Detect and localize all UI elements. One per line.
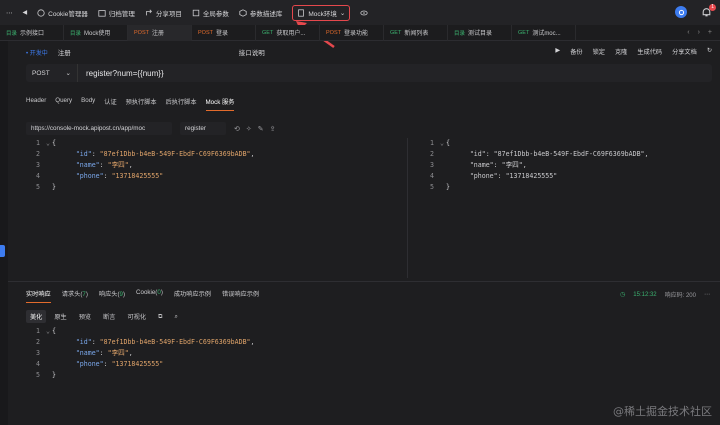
tab-news-list[interactable]: GET 新闻列表 [384,24,448,41]
left-sidebar [0,41,8,425]
notification-button[interactable]: 1 [701,3,716,18]
tab-error-example[interactable]: 错误响应示例 [222,289,259,303]
url-input[interactable]: register?num={{num}} [78,69,712,78]
tab-body[interactable]: Body [81,97,95,111]
copy-icon[interactable]: ⧉ [154,311,166,323]
refresh-button[interactable]: ↻ [707,47,712,56]
more-menu-button[interactable]: ⋯ [6,9,13,17]
tab-pre-script[interactable]: 预执行脚本 [126,97,157,111]
request-url-bar: POST ⌄ register?num={{num}} [26,64,712,82]
archive-manager-button[interactable]: 归档管理 [98,8,135,18]
share-doc-button[interactable]: 分享文档 [672,47,697,56]
view-raw-button[interactable]: 原生 [50,310,70,323]
sidebar-handle[interactable] [0,245,5,257]
tab-scroll-right-icon[interactable]: › [698,29,700,36]
edit-icon[interactable]: ✎ [258,125,264,133]
mock-code-editor[interactable]: 1 ⌄{ 2 "id": "87ef1Dbb-b4eB-549F-EbdF-C69… [26,138,255,193]
tab-mock-service[interactable]: Mock 服务 [205,97,235,111]
mock-icon [298,8,305,17]
editor-split-divider[interactable] [407,138,408,278]
view-visualize-button[interactable]: 可视化 [124,310,151,323]
tab-get-user[interactable]: GET 获取用户... [256,24,320,41]
global-params-button[interactable]: 全局参数 [192,8,229,18]
response-view-buttons: 美化 原生 预览 断言 可视化 ⧉ ⌕ [26,310,182,323]
api-status-row: • 开发中 注册 接口说明 ▶ 备份 锁定 克隆 生成代码 分享文档 ↻ [8,44,720,60]
sync-icon [678,9,684,15]
tab-test-mock[interactable]: GET 测试moc... [512,24,576,41]
tab-example-api[interactable]: 目录 示例接口 [0,24,64,41]
tab-login-function[interactable]: POST 登录功能 [320,24,384,41]
eye-toggle-button[interactable] [360,9,371,17]
clock-icon: ◷ [620,292,626,298]
tab-scroll-left-icon[interactable]: ‹ [687,29,689,36]
archive-icon [98,9,106,17]
tab-register[interactable]: POST 注册 [128,24,192,41]
response-status: 响应码: 200 [664,293,696,299]
method-select[interactable]: POST ⌄ [26,64,78,82]
tab-post-script[interactable]: 后执行脚本 [166,97,197,111]
clone-button[interactable]: 克隆 [615,47,627,56]
mock-url-row: https://console-mock.apipost.cn/app/moc … [26,122,276,135]
tab-cookie[interactable]: Cookie(0) [136,289,163,303]
mock-url-input[interactable]: https://console-mock.apipost.cn/app/moc [26,122,172,135]
upload-icon[interactable]: ⇪ [270,125,276,133]
response-time: 15:12:32 [633,291,657,298]
share-project-button[interactable]: 分享项目 [145,8,182,18]
mock-name-input[interactable]: register [180,122,226,135]
param-library-button[interactable]: 参数描述库 [239,8,282,18]
params-icon [192,9,200,16]
response-meta: ◷ 15:12:32 响应码: 200 ⋯ [620,290,710,300]
tab-mock-usage[interactable]: 目录 Mock使用 [64,24,128,41]
cookie-manager-button[interactable]: Cookie管理器 [37,8,88,18]
search-icon[interactable]: ⌕ [170,311,181,323]
back-button[interactable]: ◀ [23,9,28,16]
view-assert-button[interactable]: 断言 [99,310,119,323]
cube-icon [239,8,247,17]
top-toolbar: ⋯ ◀ Cookie管理器 归档管理 分享项目 全局参数 参数描述库 Mock环… [0,0,720,25]
mock-preview-editor: 1 ⌄{ 2 "id": "87ef1Dbb-b4eB-549F-EbdF-C69… [430,139,649,191]
api-doc-button[interactable]: 接口说明 [239,47,265,57]
watermark: @稀土掘金技术社区 [613,405,712,418]
view-preview-button[interactable]: 预览 [75,310,95,323]
response-tabs: 实时响应 请求头(7) 响应头(9) Cookie(0) 成功响应示例 错误响应… [26,289,259,303]
eye-icon [360,10,368,15]
tab-add-icon[interactable]: + [708,29,712,36]
chevron-down-icon: ⌄ [339,9,346,17]
run-button[interactable]: ▶ [555,47,560,56]
status-badge[interactable]: • 开发中 [26,48,48,57]
notification-badge: 1 [709,3,716,11]
tab-test-dir[interactable]: 目录 测试目录 [448,24,512,41]
tab-query[interactable]: Query [55,97,72,111]
tab-auth[interactable]: 认证 [104,97,116,111]
mock-env-selector[interactable]: Mock环境 ⌄ [292,4,351,21]
tab-header[interactable]: Header [26,97,46,111]
tab-login[interactable]: POST 登录 [192,24,256,41]
response-body: 1 ⌄{ 2 "id": "87ef1Dbb-b4eB-549F-EbdF-C69… [36,327,255,379]
request-subtabs: Header Query Body 认证 预执行脚本 后执行脚本 Mock 服务 [26,97,235,111]
share-icon [146,9,152,15]
more-icon[interactable]: ⋯ [704,291,710,298]
tab-live-response[interactable]: 实时响应 [26,289,51,303]
api-name[interactable]: 注册 [58,47,71,57]
tab-success-example[interactable]: 成功响应示例 [174,289,211,303]
refresh-icon[interactable]: ⟲ [234,125,240,133]
tab-bar: 目录 示例接口 目录 Mock使用 POST 注册 POST 登录 GET 获取用户...… [0,24,720,41]
lock-button[interactable]: 锁定 [593,47,605,56]
tab-response-headers[interactable]: 响应头(9) [99,289,125,303]
chevron-down-icon: ⌄ [65,70,71,77]
view-pretty-button[interactable]: 美化 [26,310,47,323]
action-toolbar: ▶ 备份 锁定 克隆 生成代码 分享文档 ↻ [555,47,712,56]
response-panel-divider[interactable] [8,281,720,282]
sync-button[interactable] [675,6,687,18]
magic-icon[interactable]: ✧ [246,125,252,133]
cookie-icon [37,8,45,17]
generate-code-button[interactable]: 生成代码 [637,47,662,56]
tab-request-headers[interactable]: 请求头(7) [62,289,88,303]
backup-button[interactable]: 备份 [570,47,582,56]
